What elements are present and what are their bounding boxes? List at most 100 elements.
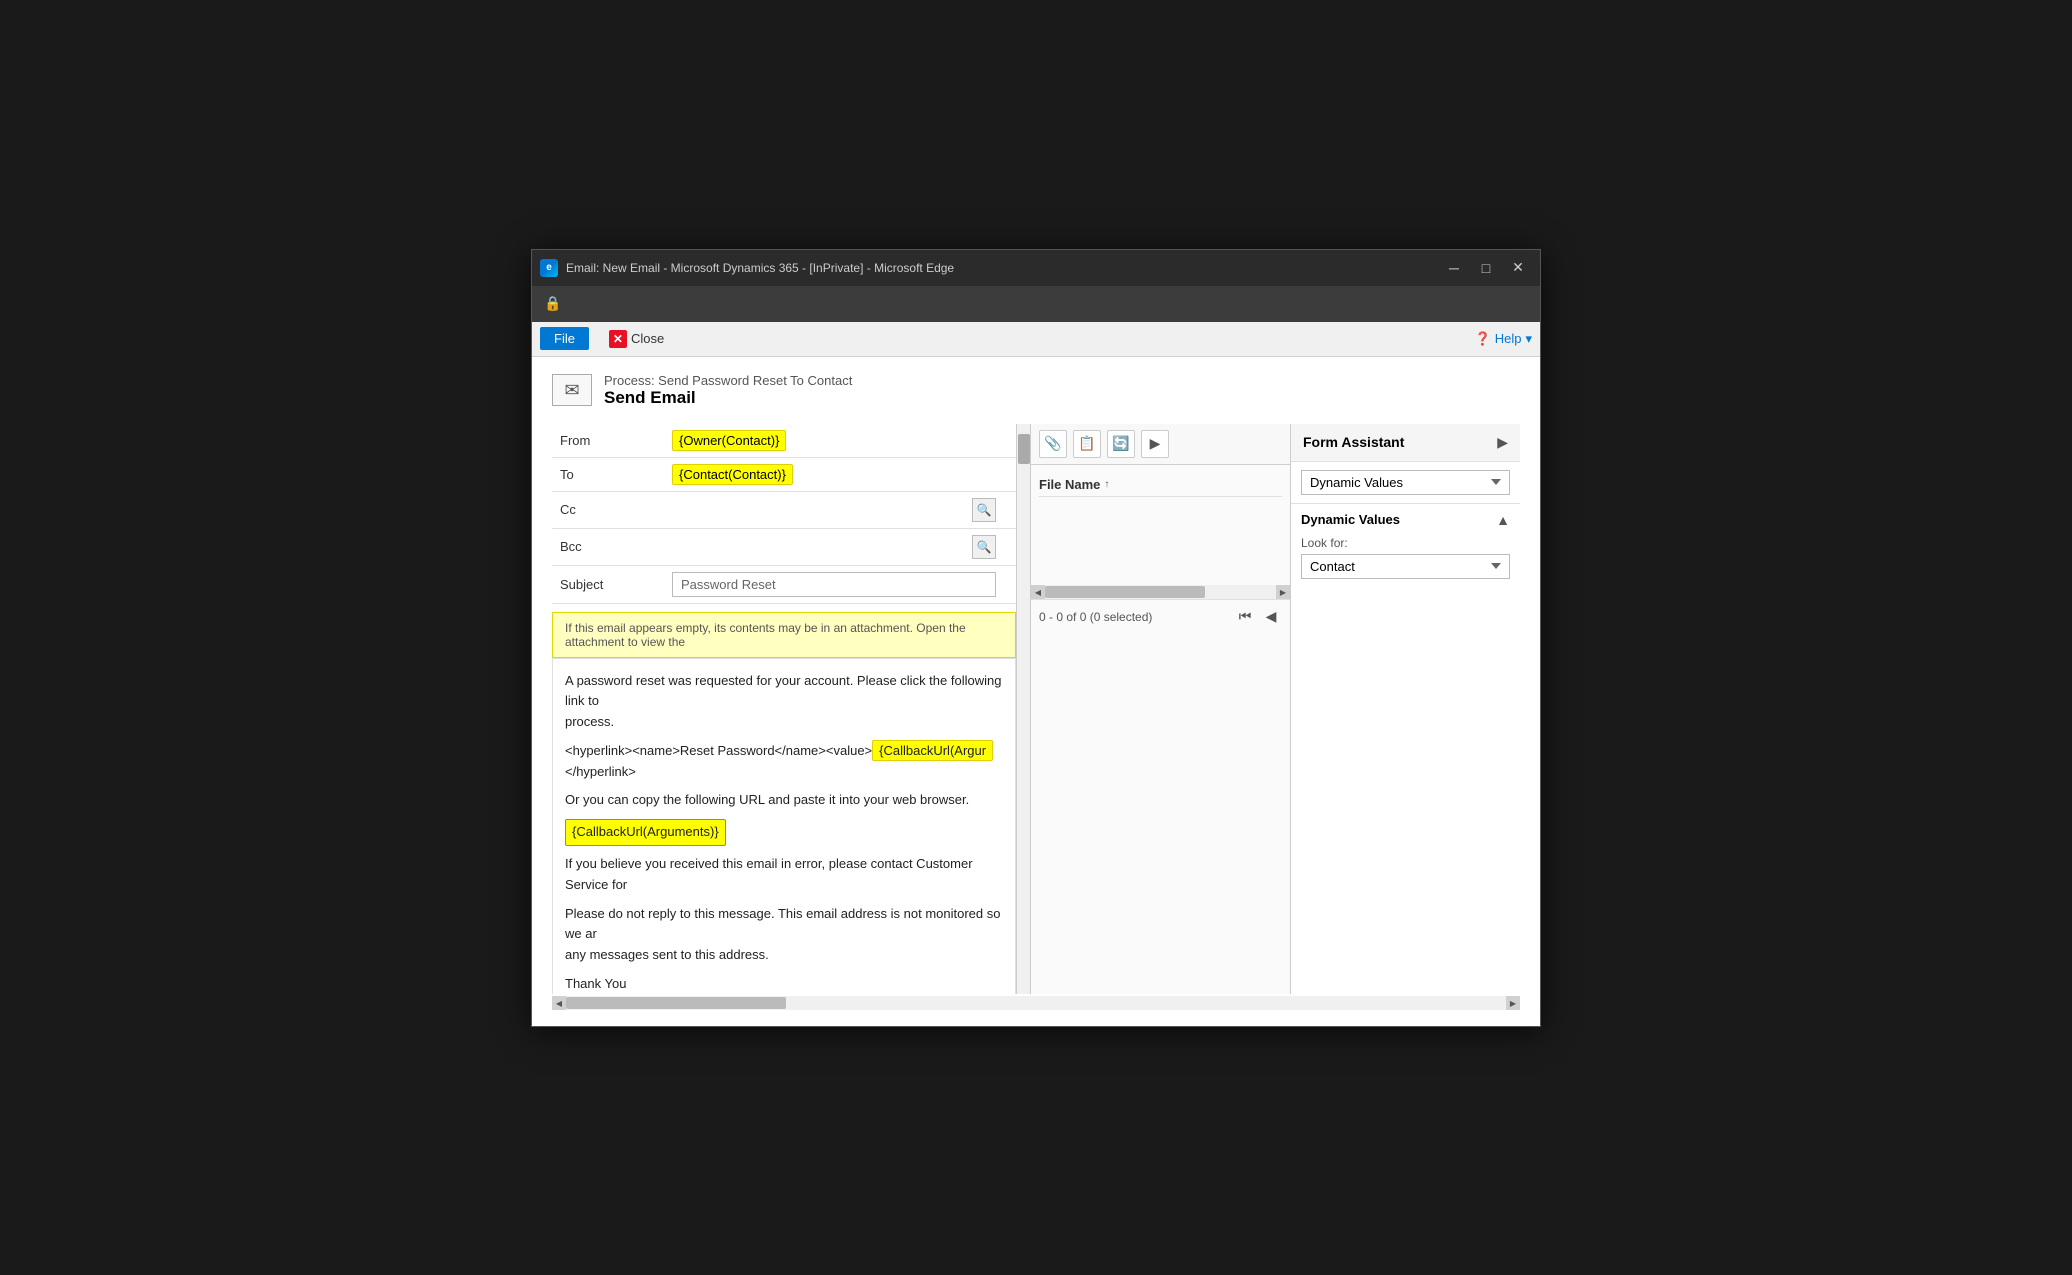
main-scroll-right-button[interactable]: ▶ [1506,996,1520,1010]
subject-input[interactable] [672,572,996,597]
cc-lookup-icon: 🔍 [977,503,992,517]
vertical-scrollbar[interactable] [1016,424,1030,994]
attach-toolbar: 📎 📋 🔄 ▶ [1031,424,1290,465]
callback-highlight-2: {CallbackUrl(Arguments)} [565,819,726,846]
close-x-icon: ✕ [609,330,627,348]
browser-close-button[interactable]: ✕ [1504,254,1532,282]
horizontal-scrollbar[interactable]: ◀ ▶ [1031,585,1290,599]
attach-file-button[interactable]: 📎 [1039,430,1067,458]
process-header: ✉ Process: Send Password Reset To Contac… [552,373,1520,408]
edge-icon: e [540,259,558,277]
browser-icon-area: e [540,259,558,277]
section-header-row: Dynamic Values ▲ [1301,512,1510,528]
browser-title: Email: New Email - Microsoft Dynamics 36… [566,261,1432,275]
to-label: To [552,467,672,482]
subject-row: Subject [552,566,1016,604]
scroll-left-button[interactable]: ◀ [1031,585,1045,599]
page-title: Send Email [604,388,852,408]
minimize-button[interactable]: ─ [1440,254,1468,282]
lock-icon: 🔒 [544,295,561,312]
pagination-text: 0 - 0 of 0 (0 selected) [1039,610,1152,624]
bcc-lookup-button[interactable]: 🔍 [972,535,996,559]
callback-highlight-1: {CallbackUrl(Argur [872,740,993,761]
main-horizontal-scrollbar[interactable]: ◀ ▶ [552,996,1520,1010]
panel-expand-icon[interactable]: ▶ [1497,434,1508,451]
cc-value-area: 🔍 [672,498,1016,522]
body-para3: If you believe you received this email i… [565,854,1003,896]
from-value-area: {Owner(Contact)} [672,430,1016,451]
refresh-button[interactable]: 🔄 [1107,430,1135,458]
main-h-scrollbar-thumb [566,997,786,1009]
from-label: From [552,433,672,448]
panel-dropdown-row: Dynamic Values Static Values [1291,462,1520,504]
left-panel: From {Owner(Contact)} To {Contact(Contac… [552,424,1016,994]
close-button[interactable]: ✕ Close [601,326,672,352]
panel-header: Form Assistant ▶ [1291,424,1520,462]
ribbon: File ✕ Close ❓ Help ▾ [532,322,1540,357]
bcc-value-area: 🔍 [672,535,1016,559]
file-name-header: File Name ↑ [1039,473,1282,497]
body-para2: Or you can copy the following URL and pa… [565,790,1003,811]
cc-lookup-button[interactable]: 🔍 [972,498,996,522]
panel-title: Form Assistant [1303,434,1404,450]
to-value-area: {Contact(Contact)} [672,464,1016,485]
to-value: {Contact(Contact)} [672,464,793,485]
from-row: From {Owner(Contact)} [552,424,1016,458]
pagination-bar: 0 - 0 of 0 (0 selected) ⏮ ◀ [1031,599,1290,634]
section-title: Dynamic Values [1301,512,1400,527]
bcc-row: Bcc 🔍 [552,529,1016,566]
close-label: Close [631,331,664,346]
address-bar: 🔒 [532,286,1540,322]
attach-note-button[interactable]: 📋 [1073,430,1101,458]
scroll-right-button[interactable]: ▶ [1276,585,1290,599]
dynamic-values-dropdown[interactable]: Dynamic Values Static Values [1301,470,1510,495]
warning-text: If this email appears empty, its content… [565,621,966,649]
look-for-dropdown[interactable]: Contact Account User [1301,554,1510,579]
dynamic-values-section: Dynamic Values ▲ Look for: Contact Accou… [1291,504,1520,587]
first-page-button[interactable]: ⏮ [1234,606,1256,628]
attachments-panel: 📎 📋 🔄 ▶ File Name ↑ ◀ [1030,424,1290,994]
body-hyperlink-line: <hyperlink><name>Reset Password</name><v… [565,741,1003,783]
scrollbar-track [1045,585,1276,599]
main-scrollbar-track [566,996,1506,1010]
body-para4: Please do not reply to this message. Thi… [565,904,1003,966]
email-icon: ✉ [552,374,592,406]
title-bar: e Email: New Email - Microsoft Dynamics … [532,250,1540,286]
cc-label: Cc [552,502,672,517]
bcc-label: Bcc [552,539,672,554]
cc-row: Cc 🔍 [552,492,1016,529]
process-info: Process: Send Password Reset To Contact … [604,373,852,408]
file-list-area: File Name ↑ [1031,465,1290,585]
content-row: From {Owner(Contact)} To {Contact(Contac… [552,424,1520,994]
look-for-label: Look for: [1301,536,1510,550]
h-scrollbar-thumb [1045,586,1205,598]
help-label: Help [1495,331,1522,346]
to-row: To {Contact(Contact)} [552,458,1016,492]
browser-window: e Email: New Email - Microsoft Dynamics … [531,249,1541,1027]
body-callback2: {CallbackUrl(Arguments)} [565,819,1003,846]
from-value: {Owner(Contact)} [672,430,786,451]
form-assistant-panel: Form Assistant ▶ Dynamic Values Static V… [1290,424,1520,994]
main-scroll-left-button[interactable]: ◀ [552,996,566,1010]
bcc-lookup-icon: 🔍 [977,540,992,554]
help-icon: ❓ [1475,331,1491,347]
help-chevron-icon: ▾ [1525,331,1532,347]
subject-value-area [672,572,1016,597]
file-button[interactable]: File [540,327,589,350]
sort-arrow-icon: ↑ [1104,479,1109,490]
restore-button[interactable]: □ [1472,254,1500,282]
page-navigation: ⏮ ◀ [1234,606,1282,628]
collapse-button[interactable]: ▲ [1496,512,1510,528]
help-button[interactable]: ❓ Help ▾ [1475,331,1532,347]
prev-page-button[interactable]: ◀ [1260,606,1282,628]
main-content: ✉ Process: Send Password Reset To Contac… [532,357,1540,1026]
warning-banner: If this email appears empty, its content… [552,612,1016,658]
title-bar-controls: ─ □ ✕ [1440,254,1532,282]
body-para1: A password reset was requested for your … [565,671,1003,733]
process-label: Process: Send Password Reset To Contact [604,373,852,388]
email-body[interactable]: A password reset was requested for your … [552,658,1016,994]
attach-action-button[interactable]: ▶ [1141,430,1169,458]
scrollbar-thumb [1018,434,1030,464]
file-name-label: File Name [1039,477,1100,492]
body-thank-you: Thank You [565,974,1003,993]
